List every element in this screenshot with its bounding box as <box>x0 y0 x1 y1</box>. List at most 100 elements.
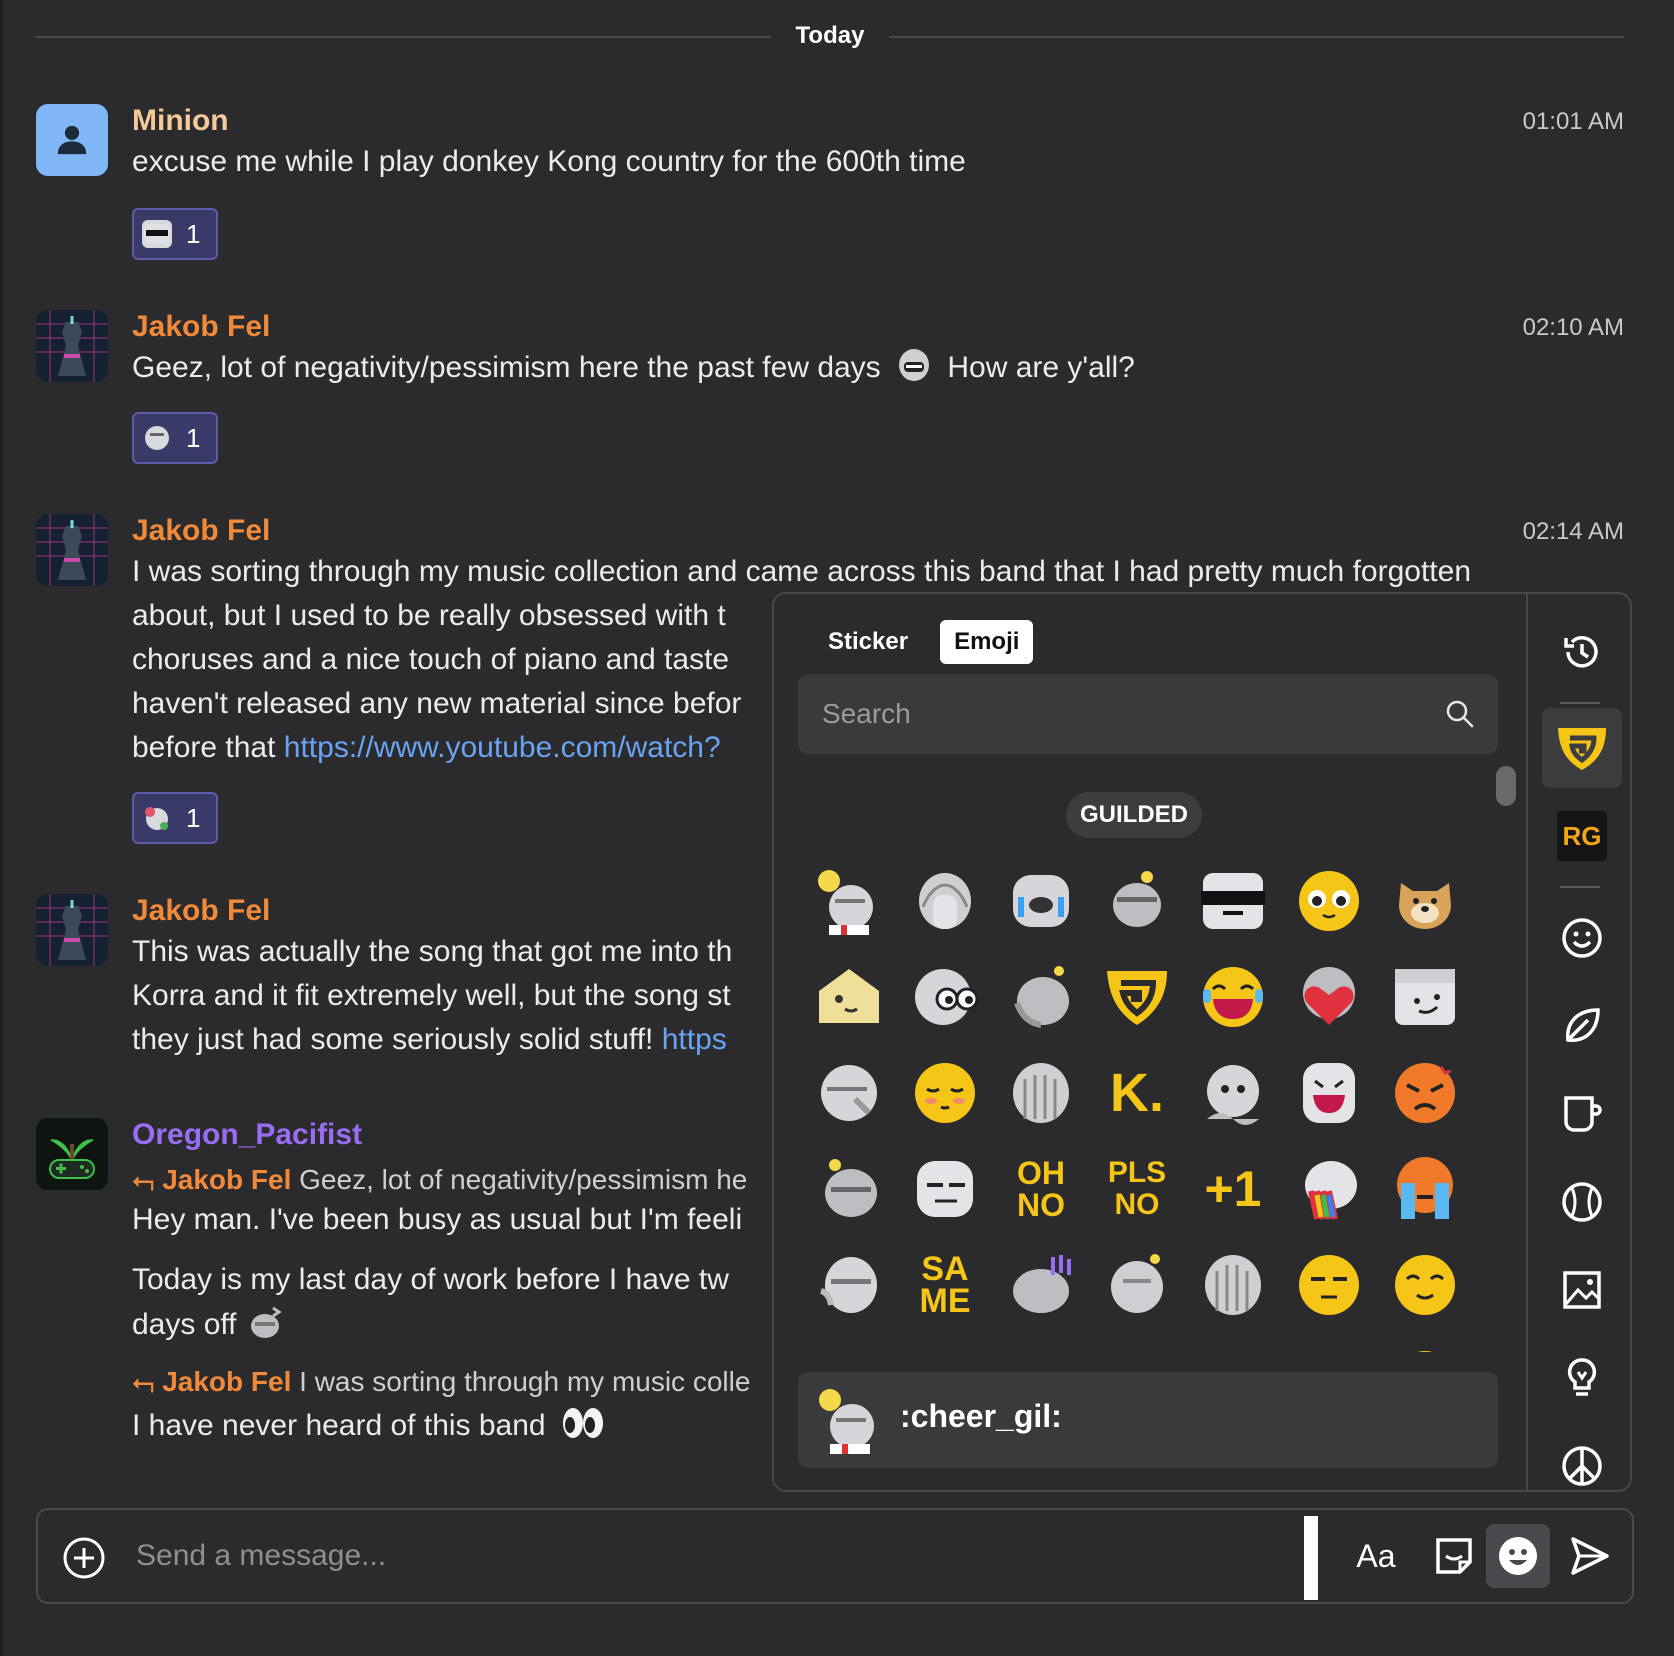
lol-gil-emoji[interactable] <box>1294 1058 1364 1128</box>
smile-emoji[interactable] <box>1390 1250 1460 1320</box>
reaction-count: 1 <box>186 218 201 249</box>
emoji-search-box <box>798 674 1498 754</box>
category-travel[interactable] <box>1542 1250 1622 1330</box>
happy-gil-emoji[interactable] <box>814 962 884 1032</box>
laughing-emoji[interactable] <box>1198 962 1268 1032</box>
pleading-emoji[interactable] <box>1294 866 1364 936</box>
reaction-chip[interactable]: 1 <box>132 208 218 260</box>
pls-no-emoji[interactable]: PLS NO <box>1102 1154 1172 1224</box>
text-caret <box>1304 1516 1318 1600</box>
lightbulb-icon <box>1567 1358 1597 1396</box>
thinking-gil-emoji[interactable] <box>814 1250 884 1320</box>
oh-no-emoji[interactable]: OH NO <box>1006 1154 1076 1224</box>
angry-emoji[interactable] <box>1390 1058 1460 1128</box>
author-name[interactable]: Jakob Fel <box>132 310 270 344</box>
category-activities[interactable] <box>1542 1162 1622 1242</box>
author-name[interactable]: Jakob Fel <box>132 514 270 548</box>
doge-emoji[interactable] <box>1390 866 1460 936</box>
tab-emoji[interactable]: Emoji <box>940 620 1034 664</box>
peek-gil-emoji[interactable] <box>814 1154 884 1224</box>
emoji-partial[interactable] <box>910 1346 980 1352</box>
category-symbols[interactable] <box>1542 1426 1622 1490</box>
wide-eyed-gil-emoji[interactable] <box>910 962 980 1032</box>
timestamp: 01:01 AM <box>1522 108 1624 135</box>
message-link[interactable]: https <box>662 1023 727 1056</box>
add-attachment-icon[interactable] <box>62 1536 106 1580</box>
back-gil-emoji[interactable] <box>1102 1250 1172 1320</box>
category-guilded[interactable] <box>1542 708 1622 788</box>
smug-gil-emoji[interactable] <box>1390 962 1460 1032</box>
author-name[interactable]: Minion <box>132 104 229 138</box>
expressionless-emoji[interactable] <box>1294 1250 1364 1320</box>
avatar[interactable] <box>36 1118 108 1190</box>
salute-gil-emoji[interactable] <box>1102 866 1172 936</box>
crying-gil-emoji[interactable] <box>1006 866 1076 936</box>
same-emoji[interactable]: SA ME <box>910 1250 980 1320</box>
emoji-partial[interactable] <box>1294 1346 1364 1352</box>
sleepy-gil-emoji-icon <box>250 1306 282 1338</box>
tab-sticker[interactable]: Sticker <box>814 620 922 664</box>
guilded-logo-emoji[interactable] <box>1102 962 1172 1032</box>
category-rg-server[interactable]: RG <box>1542 796 1622 876</box>
avatar[interactable] <box>36 514 108 586</box>
format-text-label: Aa <box>1356 1537 1396 1574</box>
picker-scrollbar[interactable] <box>1496 766 1516 806</box>
sticker-button[interactable] <box>1422 1524 1486 1588</box>
ghost-gil-emoji[interactable] <box>1198 1058 1268 1128</box>
emoji-category-sidebar: RG <box>1526 594 1630 1490</box>
send-icon <box>1571 1537 1609 1575</box>
reply-author: Jakob Fel <box>162 1164 292 1195</box>
emoji-partial[interactable] <box>1198 1346 1268 1352</box>
unamused-gil-emoji[interactable] <box>910 1154 980 1224</box>
category-food[interactable] <box>1542 1074 1622 1154</box>
send-button[interactable] <box>1558 1524 1622 1588</box>
youtube-link[interactable]: https://www.youtube.com/watch? <box>284 731 721 764</box>
heart-gil-emoji[interactable] <box>1294 962 1364 1032</box>
author-name[interactable]: Jakob Fel <box>132 894 270 928</box>
emoji-partial[interactable] <box>814 1346 884 1352</box>
rainbow-gil-emoji[interactable] <box>1294 1154 1364 1224</box>
reply-reference[interactable]: ⮢ Jakob Fel I was sorting through my mus… <box>132 1366 750 1399</box>
category-objects[interactable] <box>1542 1338 1622 1418</box>
shy-gil-emoji[interactable] <box>1006 962 1076 1032</box>
author-name[interactable]: Oregon_Pacifist <box>132 1118 362 1152</box>
avatar[interactable] <box>36 104 108 176</box>
format-text-button[interactable]: Aa <box>1344 1524 1408 1588</box>
category-smileys[interactable] <box>1542 898 1622 978</box>
reaction-count: 1 <box>186 802 201 833</box>
search-icon[interactable] <box>1444 698 1476 730</box>
message-text-part: before that <box>132 731 276 764</box>
blush-emoji[interactable] <box>910 1058 980 1128</box>
cool-gil-emoji[interactable] <box>1198 866 1268 936</box>
emoji-partial[interactable] <box>1390 1346 1460 1352</box>
reaction-chip[interactable]: 1 <box>132 412 218 464</box>
covering-gil-emoji[interactable] <box>1198 1250 1268 1320</box>
reply-arrow-icon: ⮢ <box>132 1164 155 1195</box>
category-nature[interactable] <box>1542 986 1622 1066</box>
category-recent[interactable] <box>1542 612 1622 692</box>
plus-one-emoji[interactable]: +1 <box>1198 1154 1268 1224</box>
day-divider: Today <box>36 20 1624 52</box>
emoji-search-input[interactable] <box>822 674 1422 754</box>
cheer-gil-emoji[interactable] <box>814 866 884 936</box>
nervous-gil-emoji[interactable] <box>1006 1250 1076 1320</box>
loudly-crying-emoji[interactable] <box>1390 1154 1460 1224</box>
reply-reference[interactable]: ⮢ Jakob Fel Geez, lot of negativity/pess… <box>132 1164 747 1197</box>
emoji-icon <box>1499 1537 1537 1575</box>
reply-snippet: Geez, lot of negativity/pessimism he <box>299 1164 748 1195</box>
leaf-icon <box>1566 1008 1600 1042</box>
knight-gil-emoji-icon <box>142 424 172 452</box>
hiding-gil-emoji[interactable] <box>1006 1058 1076 1128</box>
sad-gil-emoji[interactable] <box>814 1058 884 1128</box>
avatar[interactable] <box>36 310 108 382</box>
history-icon <box>1564 636 1598 668</box>
k-dot-emoji[interactable]: K. <box>1102 1058 1172 1128</box>
avatar[interactable] <box>36 894 108 966</box>
facepalm-gil-emoji[interactable] <box>910 866 980 936</box>
picker-tabs: Sticker Emoji <box>814 620 1034 664</box>
emoji-button[interactable] <box>1486 1524 1550 1588</box>
message-input[interactable] <box>136 1510 1316 1602</box>
reaction-chip[interactable]: 1 <box>132 792 218 844</box>
rg-server-icon: RG <box>1557 811 1607 861</box>
emoji-partial[interactable] <box>1006 1346 1076 1352</box>
